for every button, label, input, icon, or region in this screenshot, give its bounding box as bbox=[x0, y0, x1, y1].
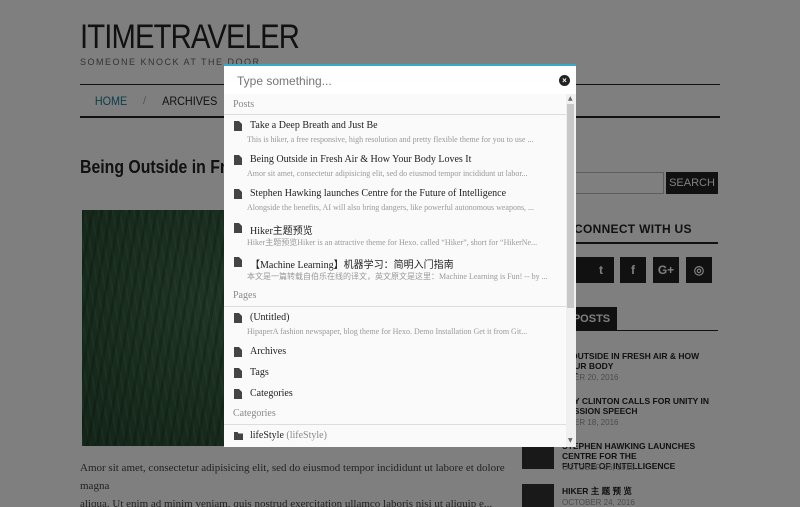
file-icon bbox=[234, 368, 242, 378]
search-result-post[interactable]: Hiker主题预览 Hiker主题预览Hiker is an attractiv… bbox=[224, 222, 566, 252]
result-title: Archives bbox=[250, 346, 287, 357]
search-modal-header: × bbox=[224, 66, 576, 94]
result-title: 【Machine Learning】机器学习：简明入门指南 bbox=[250, 260, 454, 271]
close-icon[interactable]: × bbox=[559, 75, 570, 86]
section-divider bbox=[224, 424, 566, 425]
search-result-post[interactable]: 【Machine Learning】机器学习：简明入门指南 本文是一篇转载自伯乐… bbox=[224, 256, 566, 286]
section-label-posts: Posts bbox=[233, 99, 255, 110]
section-label-categories: Categories bbox=[233, 408, 276, 419]
search-input[interactable] bbox=[237, 74, 547, 88]
scroll-down-arrow-icon[interactable]: ▼ bbox=[568, 437, 573, 444]
result-title: (Untitled) bbox=[250, 312, 290, 323]
section-label-pages: Pages bbox=[233, 290, 257, 301]
file-icon bbox=[234, 389, 242, 399]
search-result-post[interactable]: Take a Deep Breath and Just Be This is h… bbox=[224, 120, 566, 150]
file-icon bbox=[234, 155, 242, 165]
file-icon bbox=[234, 347, 242, 357]
search-modal: × Posts Take a Deep Breath and Just Be T… bbox=[224, 64, 576, 447]
result-title: Hiker主题预览 bbox=[250, 226, 313, 237]
scroll-up-arrow-icon[interactable]: ▲ bbox=[568, 95, 573, 102]
search-result-page[interactable]: Tags bbox=[224, 367, 566, 383]
section-divider bbox=[224, 306, 566, 307]
result-description: HipaperA fashion newspaper, blog theme f… bbox=[247, 327, 528, 336]
file-icon bbox=[234, 257, 242, 267]
result-description: Alongside the benefits, AI will also bri… bbox=[247, 203, 535, 212]
folder-icon bbox=[234, 432, 243, 440]
category-name: lifeStyle bbox=[250, 430, 284, 441]
result-description: Amor sit amet, consectetur adipisicing e… bbox=[247, 169, 528, 178]
search-result-page[interactable]: (Untitled) HipaperA fashion newspaper, b… bbox=[224, 312, 566, 342]
result-title: lifeStyle (lifeStyle) bbox=[250, 430, 327, 441]
result-description: 本文是一篇转载自伯乐在线的译文，英文原文是这里：Machine Learning… bbox=[247, 272, 548, 281]
file-icon bbox=[234, 223, 242, 233]
search-results: Posts Take a Deep Breath and Just Be Thi… bbox=[224, 94, 566, 447]
results-scrollbar[interactable]: ▲ ▼ bbox=[566, 94, 576, 447]
result-title: Being Outside in Fresh Air & How Your Bo… bbox=[250, 154, 472, 165]
search-result-post[interactable]: Stephen Hawking launches Centre for the … bbox=[224, 188, 566, 218]
file-icon bbox=[234, 189, 242, 199]
file-icon bbox=[234, 121, 242, 131]
result-description: Hiker主题预览Hiker is an attractive theme fo… bbox=[247, 238, 538, 247]
search-result-page[interactable]: Archives bbox=[224, 346, 566, 362]
section-divider bbox=[224, 114, 566, 115]
file-icon bbox=[234, 313, 242, 323]
result-title: Take a Deep Breath and Just Be bbox=[250, 120, 378, 131]
scrollbar-thumb[interactable] bbox=[567, 104, 574, 308]
search-result-page[interactable]: Categories bbox=[224, 388, 566, 404]
result-title: Categories bbox=[250, 388, 293, 399]
result-title: Tags bbox=[250, 367, 269, 378]
result-title: Stephen Hawking launches Centre for the … bbox=[250, 188, 507, 199]
result-description: This is hiker, a free responsive, high r… bbox=[247, 135, 534, 144]
search-result-post[interactable]: Being Outside in Fresh Air & How Your Bo… bbox=[224, 154, 566, 184]
search-result-category[interactable]: lifeStyle (lifeStyle) bbox=[224, 430, 566, 446]
category-slug: (lifeStyle) bbox=[286, 430, 327, 441]
